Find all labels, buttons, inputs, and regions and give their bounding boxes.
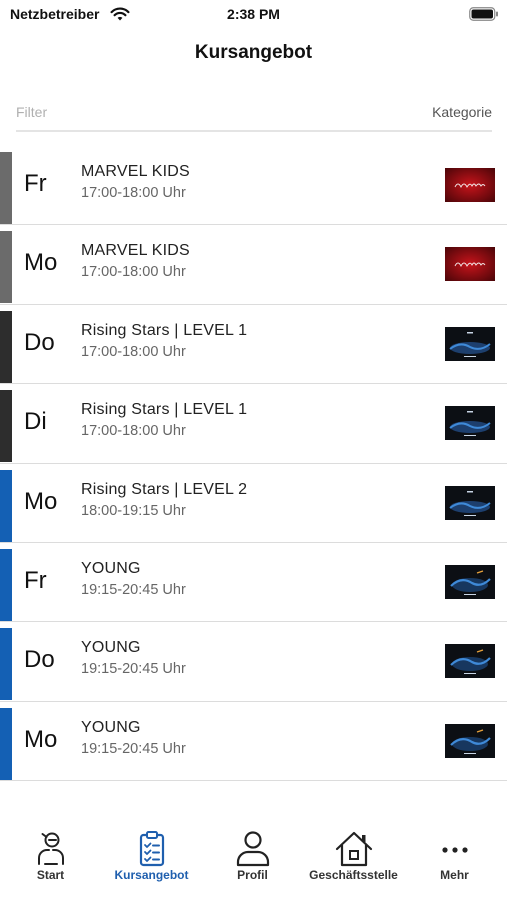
course-day: Fr (24, 566, 47, 594)
rising-stars-thumbnail (445, 485, 495, 520)
page-title: Kursangebot (194, 42, 313, 63)
course-day: Mo (24, 725, 58, 753)
house-icon (335, 831, 372, 867)
more-dots-icon (441, 847, 468, 853)
course-color-stripe (0, 231, 12, 304)
filter-bar: Filter Kategorie (16, 100, 492, 132)
young-thumbnail (445, 564, 495, 599)
tab-geschaeftsstelle[interactable]: Geschäftsstelle (303, 822, 404, 900)
status-bar: Netzbetreiber 2:38 PM (0, 0, 507, 30)
course-name: Rising Stars | LEVEL 1 (81, 401, 248, 419)
course-time: 19:15-20:45 Uhr (81, 740, 186, 757)
course-day: Do (24, 646, 55, 674)
course-time: 19:15-20:45 Uhr (81, 581, 186, 598)
course-name: MARVEL KIDS (81, 242, 190, 260)
course-time: 19:15-20:45 Uhr (81, 661, 186, 678)
course-row[interactable]: Mo MARVEL KIDS 17:00-18:00 Uhr (0, 225, 507, 305)
course-row[interactable]: Fr YOUNG 19:15-20:45 Uhr (0, 543, 507, 623)
course-row[interactable]: Do Rising Stars | LEVEL 1 17:00-18:00 Uh… (0, 305, 507, 385)
course-time: 17:00-18:00 Uhr (81, 423, 186, 440)
rising-stars-thumbnail (445, 406, 495, 441)
course-row[interactable]: Do YOUNG 19:15-20:45 Uhr (0, 622, 507, 702)
filter-input[interactable]: Filter (16, 104, 47, 120)
course-color-stripe (0, 152, 12, 224)
course-time: 17:00-18:00 Uhr (81, 343, 186, 360)
course-row[interactable]: Di Rising Stars | LEVEL 1 17:00-18:00 Uh… (0, 384, 507, 464)
course-color-stripe (0, 310, 12, 383)
course-color-stripe (0, 707, 12, 780)
young-thumbnail (445, 644, 495, 679)
person-icon (236, 831, 269, 867)
start-icon (37, 832, 64, 865)
battery-icon (469, 7, 498, 21)
course-day: Do (24, 328, 55, 356)
marvel-kids-thumbnail (445, 168, 495, 202)
course-name: Rising Stars | LEVEL 2 (81, 480, 248, 498)
tab-label: Start (36, 868, 65, 882)
course-row[interactable]: Mo YOUNG 19:15-20:45 Uhr (0, 702, 507, 782)
tab-mehr[interactable]: Mehr (404, 822, 505, 900)
course-name: YOUNG (81, 639, 141, 657)
tab-label: Kursangebot (114, 868, 189, 882)
course-day: Fr (24, 170, 47, 197)
course-list: Fr MARVEL KIDS 17:00-18:00 Uhr Mo MARVEL… (0, 146, 507, 782)
course-name: YOUNG (81, 559, 141, 577)
category-selector[interactable]: Kategorie (432, 104, 492, 120)
clipboard-list-icon (139, 831, 164, 867)
rising-stars-thumbnail (445, 326, 495, 361)
course-color-stripe (0, 390, 12, 463)
course-color-stripe (0, 628, 12, 701)
course-name: MARVEL KIDS (81, 163, 190, 180)
course-row[interactable]: Fr MARVEL KIDS 17:00-18:00 Uhr (0, 146, 507, 226)
status-time: 2:38 PM (227, 6, 280, 22)
course-day: Mo (24, 249, 58, 277)
course-name: Rising Stars | LEVEL 1 (81, 321, 248, 339)
course-time: 17:00-18:00 Uhr (81, 185, 186, 201)
course-time: 18:00-19:15 Uhr (81, 502, 186, 519)
tab-label: Mehr (440, 868, 469, 882)
tab-bar: Start Kursangebot Profil Geschäftsstelle (0, 822, 507, 900)
young-thumbnail (445, 723, 495, 758)
course-color-stripe (0, 469, 12, 542)
course-day: Di (24, 408, 47, 436)
tab-profil[interactable]: Profil (202, 822, 303, 900)
tab-kursangebot[interactable]: Kursangebot (101, 822, 202, 900)
course-name: YOUNG (81, 718, 141, 736)
course-color-stripe (0, 548, 12, 621)
tab-start[interactable]: Start (0, 822, 101, 900)
course-day: Mo (24, 487, 58, 515)
course-time: 17:00-18:00 Uhr (81, 264, 186, 281)
course-row[interactable]: Mo Rising Stars | LEVEL 2 18:00-19:15 Uh… (0, 464, 507, 543)
tab-label: Profil (237, 868, 268, 882)
marvel-kids-thumbnail (445, 247, 495, 282)
tab-label: Geschäftsstelle (309, 868, 398, 882)
